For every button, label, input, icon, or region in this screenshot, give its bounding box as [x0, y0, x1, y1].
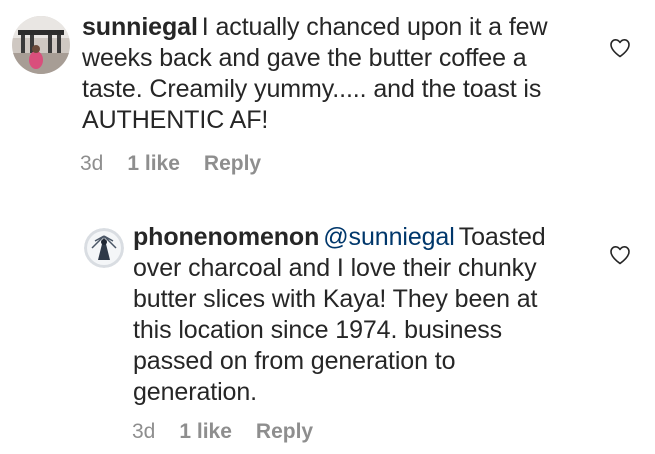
comment-meta: 3d 1 like Reply — [80, 152, 285, 176]
timestamp[interactable]: 3d — [80, 152, 103, 175]
username[interactable]: sunniegal — [82, 13, 198, 41]
likes-count[interactable]: 1 like — [127, 152, 180, 175]
username[interactable]: phonenomenon — [133, 223, 319, 251]
comment-meta: 3d 1 like Reply — [132, 420, 337, 444]
avatar-image — [84, 228, 124, 268]
comment-body: sunniegal I actually chanced upon it a fe… — [82, 12, 572, 136]
mention-link[interactable]: @sunniegal — [323, 223, 455, 251]
reply-button[interactable]: Reply — [256, 420, 313, 443]
avatar[interactable] — [12, 16, 70, 74]
reply-button[interactable]: Reply — [204, 152, 261, 175]
heart-outline-icon[interactable] — [608, 36, 632, 60]
avatar-image — [12, 16, 70, 74]
comment-thread: sunniegal I actually chanced upon it a fe… — [0, 0, 655, 454]
likes-count[interactable]: 1 like — [179, 420, 232, 443]
heart-outline-icon[interactable] — [608, 243, 632, 267]
comment-body: phonenomenon @sunniegal Toasted over charc… — [133, 222, 578, 408]
avatar[interactable] — [84, 228, 124, 268]
timestamp[interactable]: 3d — [132, 420, 155, 443]
